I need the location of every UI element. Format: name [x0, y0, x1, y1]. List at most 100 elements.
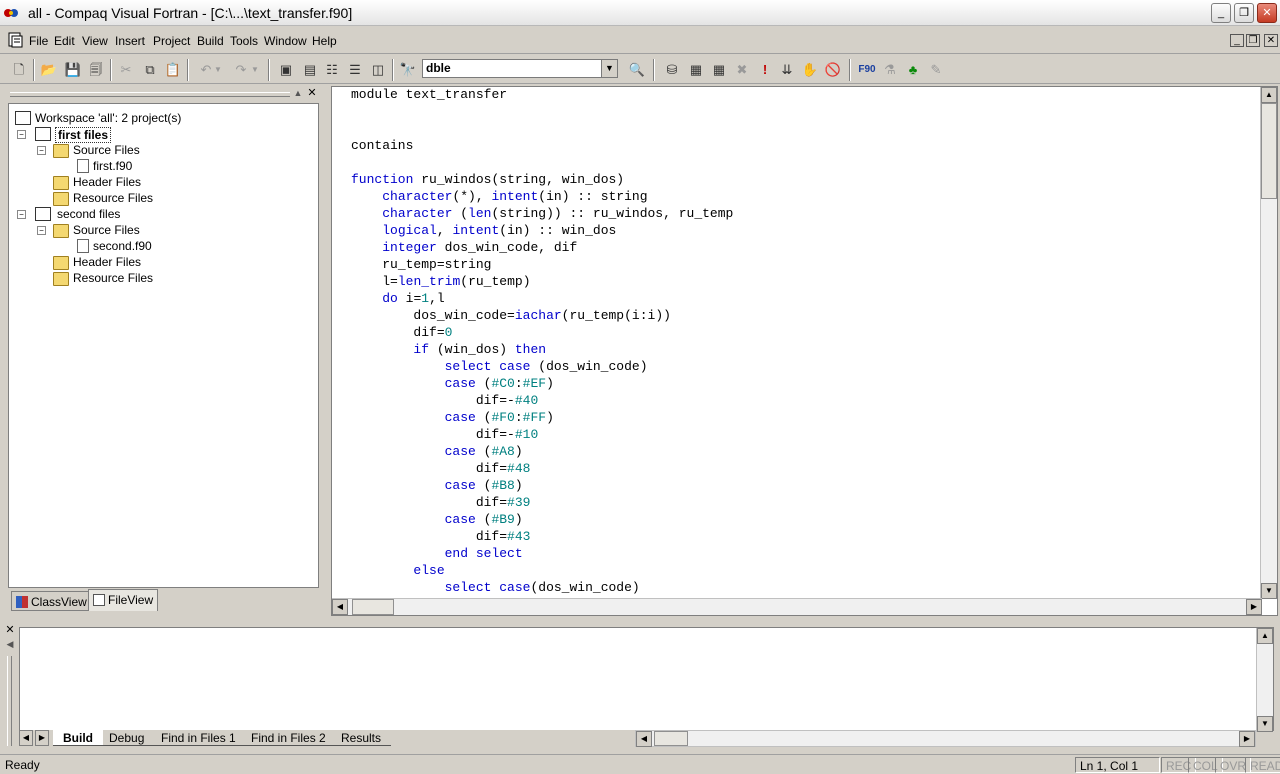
redo-dropdown-arrow-icon[interactable]: ▼: [250, 60, 260, 80]
output-maximize-icon[interactable]: ◀: [4, 639, 16, 651]
window-list-icon[interactable]: ☷: [322, 60, 342, 80]
collapse-icon[interactable]: −: [17, 130, 26, 139]
compaq-fortran-app-icon[interactable]: [3, 5, 19, 21]
build-icon[interactable]: ▦: [686, 60, 706, 80]
minimize-button[interactable]: _: [1211, 3, 1231, 23]
rebuild-icon[interactable]: ▦: [709, 60, 729, 80]
code-line[interactable]: dif=0: [351, 325, 452, 342]
code-line[interactable]: dif=-#10: [351, 427, 538, 444]
menu-build[interactable]: Build: [197, 34, 224, 48]
code-line[interactable]: logical, intent(in) :: win_dos: [351, 223, 616, 240]
save-icon[interactable]: 💾: [63, 60, 83, 80]
stop-build-icon[interactable]: ✖: [732, 60, 752, 80]
code-line[interactable]: contains: [351, 138, 413, 155]
code-text-area[interactable]: module text_transfer contains function ru_…: [351, 87, 1263, 599]
f90-icon[interactable]: F90: [857, 60, 877, 80]
scroll-up-arrow-icon[interactable]: ▲: [1261, 87, 1277, 103]
fortran-wizard-icon[interactable]: ⚗: [880, 60, 900, 80]
tab-results[interactable]: Results: [331, 730, 392, 746]
tab-fileview[interactable]: FileView: [88, 589, 159, 611]
code-line[interactable]: do i=1,l: [351, 291, 444, 308]
scroll-up-arrow-icon[interactable]: ▲: [1257, 628, 1273, 644]
compile-stack-icon[interactable]: ⛁: [662, 60, 682, 80]
code-line[interactable]: l=len_trim(ru_temp): [351, 274, 530, 291]
mdi-minimize-button[interactable]: _: [1230, 34, 1244, 47]
split-vertical-icon[interactable]: ◫: [368, 60, 388, 80]
tab-classview[interactable]: ClassView: [11, 591, 92, 611]
find-combo-value[interactable]: dble: [426, 61, 451, 75]
code-line[interactable]: case (#F0:#FF): [351, 410, 554, 427]
scroll-right-arrow-icon[interactable]: ▶: [1239, 731, 1255, 747]
find-binoculars-icon[interactable]: 🔍: [627, 60, 647, 80]
output-horizontal-scrollbar[interactable]: ◀ ▶: [635, 730, 1256, 747]
workspace-window-icon[interactable]: ▣: [276, 60, 296, 80]
remove-breakpoints-icon[interactable]: 🚫: [823, 60, 843, 80]
horizontal-scroll-thumb[interactable]: [654, 731, 688, 746]
code-line[interactable]: case (#C0:#EF): [351, 376, 554, 393]
open-folder-icon[interactable]: 📂: [39, 60, 59, 80]
workspace-maximize-icon[interactable]: ▲: [292, 88, 304, 100]
split-horizontal-icon[interactable]: ☰: [345, 60, 365, 80]
tab-find-in-files-1[interactable]: Find in Files 1: [151, 730, 246, 746]
document-system-menu-icon[interactable]: [8, 32, 24, 48]
code-line[interactable]: module text_transfer: [351, 87, 507, 104]
undo-dropdown-arrow-icon[interactable]: ▼: [213, 60, 223, 80]
code-line[interactable]: case (#A8): [351, 444, 523, 461]
editor-vertical-scrollbar[interactable]: ▲ ▼: [1260, 87, 1277, 599]
collapse-icon[interactable]: −: [37, 146, 46, 155]
code-line[interactable]: case (#B8): [351, 478, 523, 495]
save-all-icon[interactable]: 🗐: [86, 60, 106, 80]
mdi-close-button[interactable]: ✕: [1264, 34, 1278, 47]
menu-project[interactable]: Project: [153, 34, 190, 48]
horizontal-scroll-thumb[interactable]: [352, 599, 394, 615]
close-button[interactable]: ✕: [1257, 3, 1277, 23]
menu-file[interactable]: File: [29, 34, 48, 48]
breakpoint-hand-icon[interactable]: ✋: [800, 60, 820, 80]
collapse-icon[interactable]: −: [17, 210, 26, 219]
code-editor[interactable]: module text_transfer contains function ru_…: [331, 86, 1278, 616]
menu-tools[interactable]: Tools: [230, 34, 258, 48]
find-in-files-icon[interactable]: 🔭: [398, 60, 418, 80]
menu-edit[interactable]: Edit: [54, 34, 75, 48]
code-line[interactable]: character (len(string)) :: ru_windos, ru…: [351, 206, 733, 223]
code-line[interactable]: select case(dos_win_code): [351, 580, 640, 597]
scroll-left-arrow-icon[interactable]: ◀: [636, 731, 652, 747]
collapse-icon[interactable]: −: [37, 226, 46, 235]
tab-build[interactable]: Build: [53, 730, 103, 746]
menu-view[interactable]: View: [82, 34, 108, 48]
tab-scroll-left-icon[interactable]: ◀: [19, 730, 33, 746]
output-close-icon[interactable]: ✕: [4, 625, 16, 637]
fortran-tool-icon[interactable]: ✎: [926, 60, 946, 80]
scroll-right-arrow-icon[interactable]: ▶: [1246, 599, 1262, 615]
new-text-file-icon[interactable]: 🗋: [9, 60, 29, 80]
paste-icon[interactable]: 📋: [163, 60, 183, 80]
code-line[interactable]: end select: [351, 546, 523, 563]
tab-debug[interactable]: Debug: [99, 730, 155, 746]
code-line[interactable]: dif=#48: [351, 461, 531, 478]
code-line[interactable]: integer dos_win_code, dif: [351, 240, 577, 257]
scroll-down-arrow-icon[interactable]: ▼: [1261, 583, 1277, 599]
tab-scroll-right-icon[interactable]: ▶: [35, 730, 49, 746]
output-vertical-scrollbar[interactable]: ▲ ▼: [1256, 628, 1273, 732]
find-combo[interactable]: dble ▼: [422, 59, 618, 78]
code-line[interactable]: dif=#39: [351, 495, 531, 512]
scroll-down-arrow-icon[interactable]: ▼: [1257, 716, 1273, 732]
fortran-tree-icon[interactable]: ♣: [903, 60, 923, 80]
code-line[interactable]: if (win_dos) then: [351, 342, 546, 359]
workspace-close-icon[interactable]: ✕: [306, 88, 318, 100]
output-text-area[interactable]: ▲ ▼: [19, 627, 1274, 732]
tab-find-in-files-2[interactable]: Find in Files 2: [241, 730, 336, 746]
code-line[interactable]: ru_temp=string: [351, 257, 491, 274]
code-line[interactable]: dif=#43: [351, 529, 531, 546]
output-gripper[interactable]: [7, 656, 12, 746]
code-line[interactable]: select case (dos_win_code): [351, 359, 648, 376]
code-line[interactable]: dos_win_code=iachar(ru_temp(i:i)): [351, 308, 671, 325]
code-line[interactable]: case (#B9): [351, 512, 523, 529]
cut-icon[interactable]: ✂: [116, 60, 136, 80]
output-window-icon[interactable]: ▤: [300, 60, 320, 80]
code-line[interactable]: character(*), intent(in) :: string: [351, 189, 647, 206]
go-debug-icon[interactable]: ⇊: [777, 60, 797, 80]
menu-insert[interactable]: Insert: [115, 34, 145, 48]
mdi-restore-button[interactable]: ❐: [1246, 34, 1260, 47]
workspace-gripper[interactable]: [10, 92, 290, 97]
